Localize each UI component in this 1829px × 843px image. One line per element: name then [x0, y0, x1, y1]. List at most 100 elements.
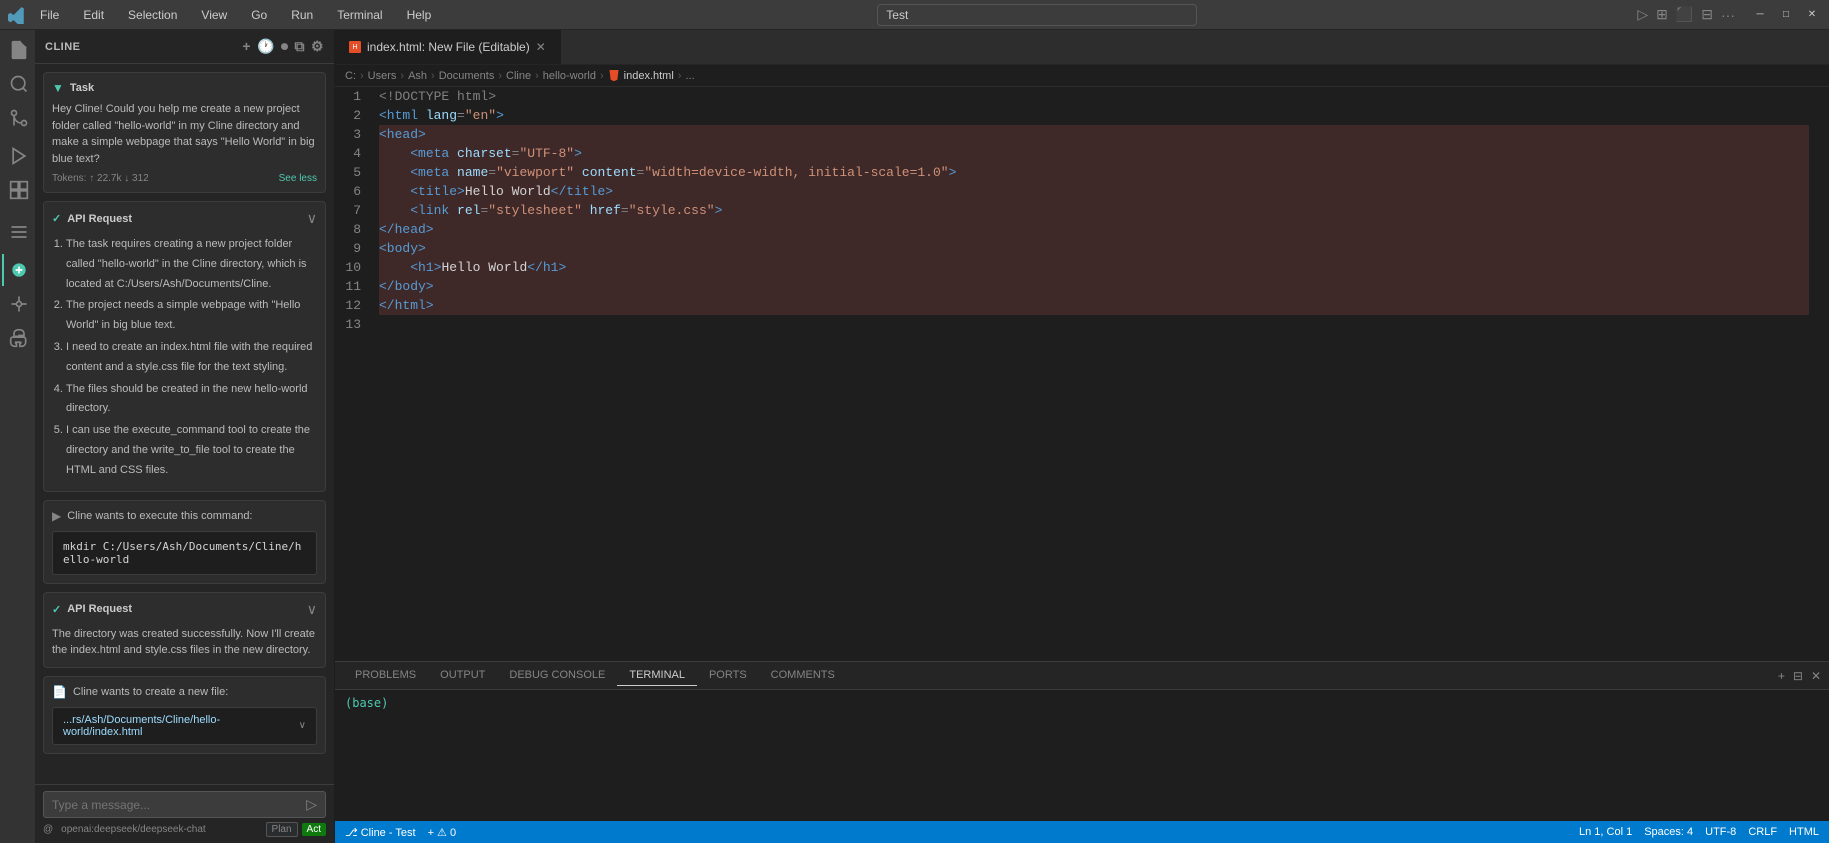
- menu-run[interactable]: Run: [285, 6, 319, 24]
- api-list-1: The task requires creating a new project…: [52, 235, 317, 481]
- menu-terminal[interactable]: Terminal: [331, 6, 388, 24]
- search-input[interactable]: [877, 4, 1197, 26]
- status-errors[interactable]: + ⚠ 0: [428, 826, 457, 839]
- status-bar-right: Ln 1, Col 1 Spaces: 4 UTF-8 CRLF HTML: [1579, 826, 1819, 838]
- close-button[interactable]: ✕: [1803, 6, 1821, 24]
- chat-icon[interactable]: ⏺: [281, 38, 289, 55]
- activity-run[interactable]: [2, 140, 34, 172]
- status-language[interactable]: HTML: [1789, 826, 1819, 838]
- tokens-down: ↓ 312: [124, 173, 148, 184]
- tab-ports[interactable]: PORTS: [697, 665, 759, 686]
- menu-help[interactable]: Help: [401, 6, 438, 24]
- token: "en": [465, 108, 496, 123]
- tab-comments[interactable]: COMMENTS: [759, 665, 847, 686]
- history-icon[interactable]: 🕐: [257, 38, 275, 55]
- menu-bar: File Edit Selection View Go Run Terminal…: [34, 6, 437, 24]
- status-spaces[interactable]: Spaces: 4: [1644, 826, 1693, 838]
- editor-tab-index-html[interactable]: H index.html: New File (Editable) ✕: [335, 30, 561, 64]
- layout-icon[interactable]: ⊟: [1701, 6, 1713, 23]
- menu-file[interactable]: File: [34, 6, 65, 24]
- toggle-panel-icon[interactable]: ⬛: [1676, 6, 1693, 23]
- html-file-icon: H: [349, 41, 361, 53]
- send-button[interactable]: ▷: [306, 796, 317, 813]
- titlebar: File Edit Selection View Go Run Terminal…: [0, 0, 1829, 30]
- more-actions-icon[interactable]: ···: [1721, 7, 1735, 23]
- add-icon[interactable]: +: [242, 38, 251, 55]
- line-num-12: 12: [345, 296, 361, 315]
- add-terminal-icon[interactable]: +: [1778, 669, 1785, 683]
- task-check-icon: ▼: [52, 81, 64, 95]
- tab-terminal[interactable]: TERMINAL: [617, 665, 697, 686]
- breadcrumb-filename[interactable]: index.html: [624, 70, 674, 82]
- link-icon[interactable]: ⧉: [294, 38, 305, 55]
- code-content: 1 2 3 4 5 6 7 8 9 10 11 12 13 <!DOCTYPE …: [335, 87, 1829, 334]
- api-collapse-2-icon[interactable]: ∨: [307, 601, 317, 618]
- breadcrumb: C: › Users › Ash › Documents › Cline › h…: [335, 65, 1829, 87]
- message-input[interactable]: [52, 798, 300, 812]
- code-line-9: <body>: [379, 239, 1809, 258]
- activity-cline[interactable]: [2, 254, 34, 286]
- activity-search[interactable]: [2, 68, 34, 100]
- activity-files[interactable]: [2, 34, 34, 66]
- breadcrumb-c[interactable]: C:: [345, 70, 356, 82]
- see-less-link[interactable]: See less: [279, 173, 317, 184]
- vscode-logo: [8, 6, 26, 24]
- maximize-button[interactable]: □: [1777, 6, 1795, 24]
- status-eol[interactable]: CRLF: [1748, 826, 1777, 838]
- breadcrumb-cline[interactable]: Cline: [506, 70, 531, 82]
- file-preview-spacer: [43, 762, 326, 784]
- menu-go[interactable]: Go: [245, 6, 273, 24]
- menu-selection[interactable]: Selection: [122, 6, 183, 24]
- breadcrumb-documents[interactable]: Documents: [439, 70, 495, 82]
- act-badge[interactable]: Act: [302, 823, 326, 836]
- activity-python[interactable]: [2, 322, 34, 354]
- file-path-box[interactable]: ...rs/Ash/Documents/Cline/hello-world/in…: [52, 707, 317, 745]
- window-controls: ─ □ ✕: [1751, 6, 1821, 24]
- token: >: [574, 146, 582, 161]
- activity-remote[interactable]: [2, 216, 34, 248]
- tab-debug-console[interactable]: DEBUG CONSOLE: [497, 665, 617, 686]
- token: >: [496, 108, 504, 123]
- minimize-button[interactable]: ─: [1751, 6, 1769, 24]
- status-encoding[interactable]: UTF-8: [1705, 826, 1736, 838]
- terminal-icon: ▶: [52, 509, 61, 523]
- api-collapse-icon[interactable]: ∨: [307, 210, 317, 227]
- breadcrumb-hello-world[interactable]: hello-world: [543, 70, 596, 82]
- status-branch[interactable]: ⎇ Cline - Test: [345, 826, 416, 839]
- at-symbol[interactable]: @: [43, 824, 53, 835]
- plan-badge[interactable]: Plan: [266, 822, 298, 837]
- breadcrumb-users[interactable]: Users: [368, 70, 397, 82]
- code-line-11: </body>: [379, 277, 1809, 296]
- token: <link: [410, 203, 449, 218]
- tab-output[interactable]: OUTPUT: [428, 665, 497, 686]
- api-request-1-title: ✓ API Request: [52, 212, 132, 225]
- token: <!DOCTYPE html>: [379, 89, 496, 104]
- line-num-10: 10: [345, 258, 361, 277]
- file-icon: 📄: [52, 685, 67, 699]
- tab-problems[interactable]: PROBLEMS: [343, 665, 428, 686]
- code-editor[interactable]: 1 2 3 4 5 6 7 8 9 10 11 12 13 <!DOCTYPE …: [335, 87, 1829, 661]
- run-without-debug-icon[interactable]: ▷: [1637, 6, 1648, 23]
- open-remote-icon[interactable]: ⊞: [1656, 6, 1668, 23]
- activity-bar: [0, 30, 35, 843]
- search-area: [441, 4, 1633, 26]
- close-panel-icon[interactable]: ✕: [1811, 669, 1821, 683]
- activity-source-control[interactable]: [2, 102, 34, 134]
- line-num-9: 9: [345, 239, 361, 258]
- menu-view[interactable]: View: [195, 6, 233, 24]
- terminal-content[interactable]: (base): [335, 690, 1829, 821]
- status-bar: ⎇ Cline - Test + ⚠ 0 Ln 1, Col 1 Spaces:…: [335, 821, 1829, 843]
- bottom-panel: PROBLEMS OUTPUT DEBUG CONSOLE TERMINAL P…: [335, 661, 1829, 821]
- api-title-label: API Request: [67, 213, 132, 225]
- line-num-8: 8: [345, 220, 361, 239]
- activity-git[interactable]: [2, 288, 34, 320]
- settings-icon[interactable]: ⚙: [311, 38, 324, 55]
- menu-edit[interactable]: Edit: [77, 6, 110, 24]
- breadcrumb-ash[interactable]: Ash: [408, 70, 427, 82]
- activity-extensions[interactable]: [2, 174, 34, 206]
- sidebar-content: ▼ Task Hey Cline! Could you help me crea…: [35, 64, 334, 784]
- split-terminal-icon[interactable]: ⊟: [1793, 669, 1803, 683]
- sidebar-header-icons: + 🕐 ⏺ ⧉ ⚙: [242, 38, 324, 55]
- status-position[interactable]: Ln 1, Col 1: [1579, 826, 1632, 838]
- tab-close-icon[interactable]: ✕: [536, 40, 546, 54]
